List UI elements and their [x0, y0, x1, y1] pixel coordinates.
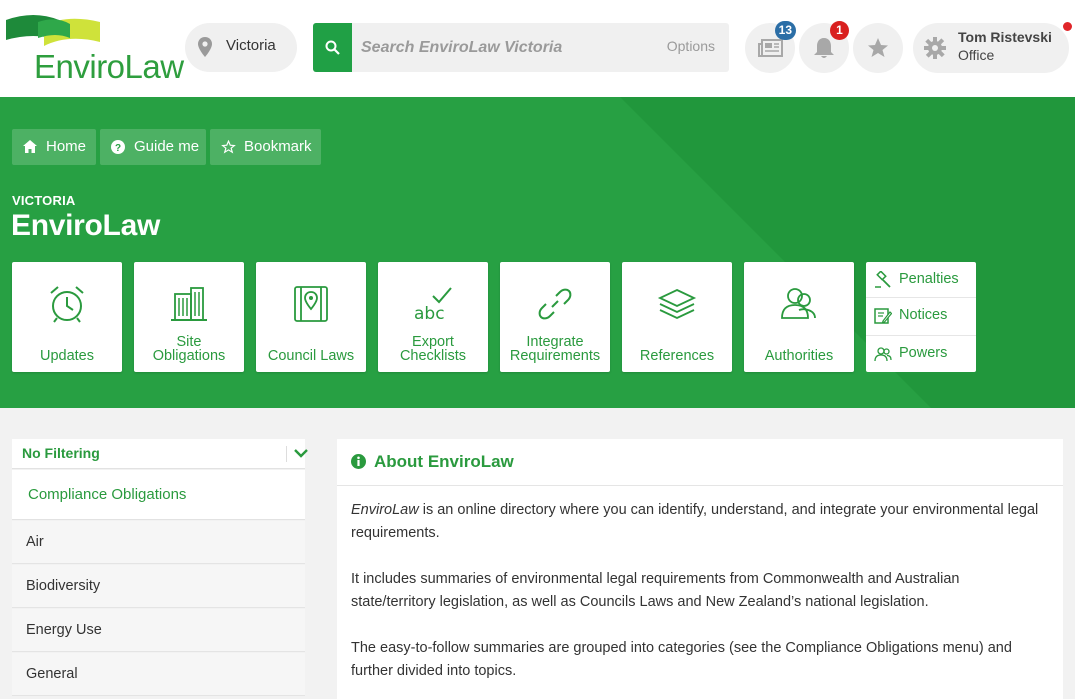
tile-export-checklists-label-2: Checklists	[399, 348, 467, 364]
location-label: Victoria	[226, 37, 276, 54]
tile-side-links: Penalties Notices Powers	[866, 262, 976, 372]
user-name: Tom Ristevski	[958, 29, 1052, 45]
tile-export-checklists[interactable]: abc Export Checklists	[378, 262, 488, 372]
notifications-button[interactable]: 1	[799, 21, 849, 73]
bell-icon	[814, 38, 834, 58]
search-icon	[325, 40, 340, 55]
question-circle-icon: ?	[111, 140, 125, 154]
tile-integrate-requirements-label-1: Integrate	[526, 334, 584, 350]
news-count-badge: 13	[774, 21, 796, 40]
star-icon	[868, 38, 888, 57]
svg-text:abc: abc	[414, 304, 445, 324]
tile-council-laws-label: Council Laws	[267, 348, 355, 364]
user-role: Office	[958, 47, 995, 63]
tile-updates[interactable]: Updates	[12, 262, 122, 372]
logo-text: EnviroLaw	[34, 48, 184, 85]
link-notices[interactable]: Notices	[866, 298, 976, 336]
sidebar-item-biodiversity[interactable]: Biodiversity	[12, 565, 305, 608]
search-options-link[interactable]: Options	[667, 38, 715, 54]
filter-divider	[286, 446, 287, 462]
layers-icon	[657, 289, 697, 319]
sidebar-item-air[interactable]: Air	[12, 521, 305, 564]
filter-dropdown[interactable]: No Filtering	[12, 439, 308, 469]
link-notices-label: Notices	[899, 307, 948, 323]
filter-label: No Filtering	[22, 445, 100, 461]
info-circle-icon	[351, 454, 366, 469]
chevron-down-icon	[294, 449, 308, 458]
gear-icon	[924, 37, 946, 59]
search-button[interactable]	[313, 23, 352, 72]
tile-site-obligations-label-1: Site	[176, 334, 202, 350]
link-powers-label: Powers	[899, 345, 948, 361]
sidebar-item-label: Air	[26, 534, 44, 550]
tile-integrate-requirements[interactable]: Integrate Requirements	[500, 262, 610, 372]
bookmark-label: Bookmark	[244, 138, 312, 155]
bookmark-button[interactable]: Bookmark	[210, 129, 321, 165]
svg-text:?: ?	[115, 143, 121, 154]
about-heading: About EnviroLaw	[374, 452, 514, 471]
tile-site-obligations-label-2: Obligations	[152, 348, 226, 364]
logo-flag-icon	[6, 15, 100, 46]
user-menu[interactable]: Tom Ristevski Office	[913, 22, 1072, 73]
region-label: VICTORIA	[12, 193, 76, 208]
map-pin-icon	[198, 37, 212, 57]
sidebar-item-label: Biodiversity	[26, 578, 101, 594]
category-heading[interactable]: Compliance Obligations	[12, 470, 305, 520]
sidebar-item-label: Energy Use	[26, 622, 102, 638]
about-paragraph-1: EnviroLaw is an online directory where y…	[351, 499, 1041, 545]
tile-authorities-label: Authorities	[764, 348, 834, 364]
status-dot	[1063, 22, 1072, 31]
guide-me-button[interactable]: ? Guide me	[100, 129, 206, 165]
spellcheck-icon: abc	[414, 287, 452, 324]
alarm-clock-icon	[50, 286, 84, 323]
building-icon	[171, 287, 207, 321]
hero-banner: Home ? Guide me Bookmark VICTORIA Enviro…	[0, 97, 1075, 408]
tile-integrate-requirements-label-2: Requirements	[509, 348, 601, 364]
tile-council-laws[interactable]: Council Laws	[256, 262, 366, 372]
favorites-button[interactable]	[853, 23, 903, 73]
home-icon	[23, 140, 37, 153]
star-outline-icon	[221, 140, 236, 154]
about-paragraph-2: It includes summaries of environmental l…	[351, 571, 960, 610]
tile-references-label: References	[639, 348, 715, 364]
about-paragraph-1-text: is an online directory where you can ide…	[351, 502, 1039, 541]
about-panel-header: About EnviroLaw	[337, 439, 1063, 486]
search-input[interactable]	[361, 35, 631, 61]
about-panel: About EnviroLaw EnviroLaw is an online d…	[337, 439, 1063, 699]
about-body: EnviroLaw is an online directory where y…	[351, 499, 1041, 699]
category-label: Compliance Obligations	[28, 486, 187, 503]
location-selector[interactable]: Victoria	[185, 23, 297, 72]
map-book-icon	[294, 286, 328, 322]
search-bar: Options	[313, 23, 729, 72]
about-brand-emphasis: EnviroLaw	[351, 502, 419, 518]
sidebar-item-label: General	[26, 666, 78, 682]
sidebar-item-energy-use[interactable]: Energy Use	[12, 609, 305, 652]
edit-document-icon	[874, 308, 892, 324]
page-title: EnviroLaw	[11, 209, 160, 242]
top-header: EnviroLaw Victoria Options 13	[0, 0, 1075, 97]
newspaper-icon	[758, 39, 783, 57]
link-penalties[interactable]: Penalties	[866, 262, 976, 298]
notification-count-badge: 1	[830, 21, 849, 40]
users-icon	[781, 288, 816, 319]
tile-site-obligations[interactable]: Site Obligations	[134, 262, 244, 372]
link-icon	[538, 288, 572, 320]
sidebar-item-general[interactable]: General	[12, 653, 305, 696]
guide-me-label: Guide me	[134, 138, 200, 155]
tile-updates-label: Updates	[39, 348, 94, 364]
news-button[interactable]: 13	[745, 21, 796, 73]
about-paragraph-3: The easy-to-follow summaries are grouped…	[351, 640, 1012, 679]
tile-authorities[interactable]: Authorities	[744, 262, 854, 372]
link-penalties-label: Penalties	[899, 271, 959, 287]
tile-references[interactable]: References	[622, 262, 732, 372]
people-icon	[874, 347, 892, 362]
link-powers[interactable]: Powers	[866, 336, 976, 372]
home-label: Home	[46, 138, 87, 155]
tile-export-checklists-label-1: Export	[412, 334, 454, 350]
envirolaw-logo[interactable]: EnviroLaw	[4, 12, 184, 87]
home-button[interactable]: Home	[12, 129, 96, 165]
gavel-icon	[875, 271, 891, 288]
